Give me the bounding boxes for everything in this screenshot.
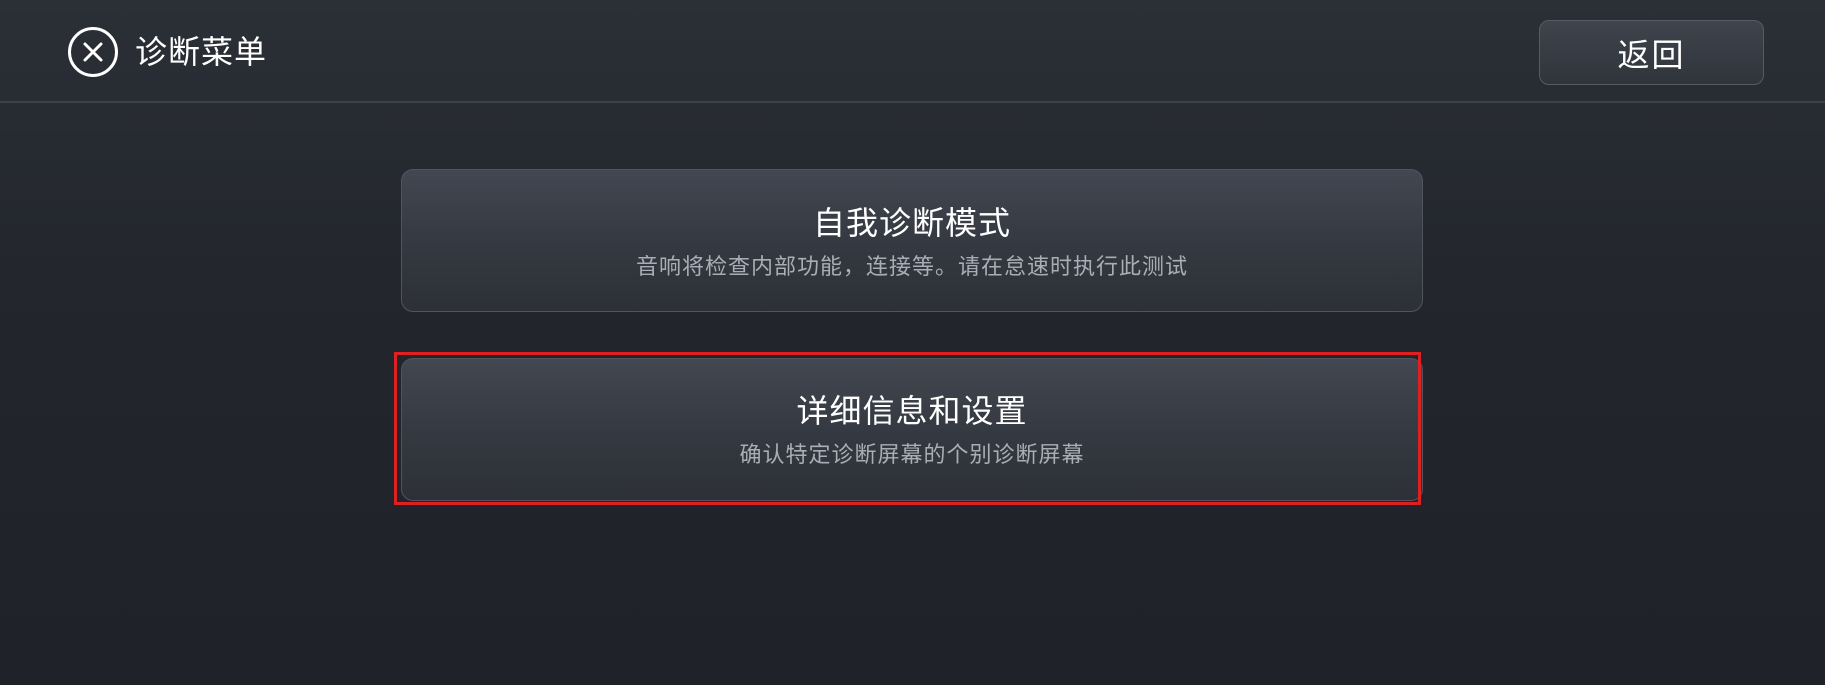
close-icon[interactable]	[68, 27, 118, 77]
header-bar: 诊断菜单 返回	[0, 0, 1825, 103]
details-settings-title: 详细信息和设置	[796, 392, 1028, 430]
self-diagnosis-mode-button[interactable]: 自我诊断模式 音响将检查内部功能，连接等。请在怠速时执行此测试	[401, 169, 1423, 312]
details-and-settings-button[interactable]: 详细信息和设置 确认特定诊断屏幕的个别诊断屏幕	[401, 358, 1423, 501]
details-settings-description: 确认特定诊断屏幕的个别诊断屏幕	[739, 443, 1085, 468]
self-diagnosis-title: 自我诊断模式	[812, 204, 1011, 242]
back-button[interactable]: 返回	[1539, 20, 1764, 85]
close-x-glyph	[83, 42, 103, 62]
page-title: 诊断菜单	[135, 33, 268, 71]
self-diagnosis-description: 音响将检查内部功能，连接等。请在怠速时执行此测试	[635, 255, 1188, 280]
